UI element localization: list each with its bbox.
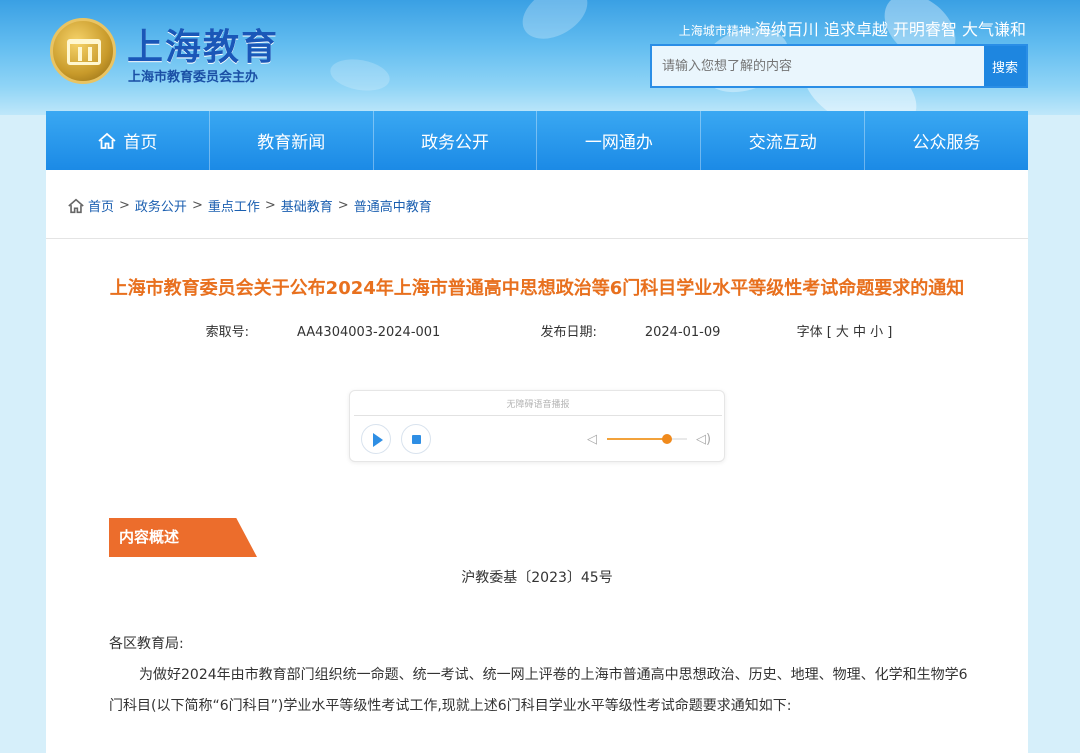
date-value: 2024-01-09 [644,325,721,340]
nav-item-label: 首页 [123,133,158,153]
play-button[interactable] [361,424,391,454]
stop-button[interactable] [401,424,431,454]
home-icon [68,198,84,213]
breadcrumb-separator: > [119,198,130,213]
nav-item-news[interactable]: 教育新闻 [210,111,374,170]
summary-tag: 内容概述 [109,518,257,557]
nav-item-label: 交流互动 [748,133,817,153]
city-spirit-label: 上海城市精神: [678,24,755,38]
site-subtitle: 上海市教育委员会主办 [128,70,259,85]
nav-item-label: 一网通办 [584,133,653,153]
site-title[interactable]: 上海教育 [127,18,279,70]
nav-item-services-online[interactable]: 一网通办 [537,111,702,170]
volume-slider[interactable] [607,434,687,444]
nav-item-public-service[interactable]: 公众服务 [865,111,1028,170]
volume-high-icon: ◁) [696,432,712,447]
page-title: 上海市教育委员会关于公布2024年上海市普通高中思想政治等6门科目学业水平等级性… [109,278,965,299]
salutation: 各区教育局: [109,636,184,652]
search-bar: 搜索 [650,44,1028,88]
volume-fill [607,438,667,440]
breadcrumb-separator: > [191,198,203,213]
nav-item-home[interactable]: 首页 [46,111,210,170]
breadcrumb: 首页 > 政务公开 > 重点工作 > 基础教育 > 普通高中教育 [66,196,432,215]
audio-player: 无障碍语音播报 ◁ ◁) [349,390,725,462]
nav-item-interaction[interactable]: 交流互动 [701,111,866,170]
breadcrumb-separator: > [337,198,349,213]
breadcrumb-link-government[interactable]: 政务公开 [135,196,187,215]
divider [46,238,1028,239]
date-label: 发布日期: [540,325,597,340]
main-nav: 首页 教育新闻 政务公开 一网通办 交流互动 公众服务 [46,111,1028,170]
breadcrumb-separator: > [264,198,276,213]
breadcrumb-link-high-school[interactable]: 普通高中教育 [354,196,432,215]
site-logo-icon[interactable] [50,18,116,84]
city-spirit: 上海城市精神:海纳百川 追求卓越 开明睿智 大气谦和 [679,16,1026,40]
player-label: 无障碍语音播报 [506,400,570,410]
home-icon [98,132,116,149]
header-banner: 上海教育 上海市教育委员会主办 上海城市精神:海纳百川 追求卓越 开明睿智 大气… [0,0,1080,115]
index-number: 索取号: AA4304003-2024-001 [182,325,465,340]
search-input[interactable] [652,46,984,86]
publish-date: 发布日期: 2024-01-09 [516,325,744,340]
breadcrumb-link-key-work[interactable]: 重点工作 [208,196,260,215]
breadcrumb-link-home[interactable]: 首页 [88,196,114,215]
article-body: 各区教育局: 为做好2024年由市教育部门组织统一命题、统一考试、统一网上评卷的… [109,629,969,722]
content-panel: 首页 > 政务公开 > 重点工作 > 基础教育 > 普通高中教育 上海市教育委员会关于公… [46,170,1028,753]
body-paragraph: 为做好2024年由市教育部门组织统一命题、统一考试、统一网上评卷的上海市普通高中… [109,667,968,714]
city-spirit-text: 海纳百川 追求卓越 开明睿智 大气谦和 [754,20,1026,39]
nav-item-government[interactable]: 政务公开 [374,111,538,170]
font-size-selector[interactable]: 字体 [ 大 中 小 ] [797,325,893,340]
article-meta: 索取号: AA4304003-2024-001 发布日期: 2024-01-09 字… [46,321,1028,340]
decor-petal [327,55,393,95]
nav-item-label: 公众服务 [912,133,981,153]
decor-petal [513,0,597,50]
index-value: AA4304003-2024-001 [297,325,441,340]
nav-item-label: 政务公开 [421,133,490,153]
nav-item-label: 教育新闻 [257,133,326,153]
breadcrumb-link-basic-education[interactable]: 基础教育 [281,196,333,215]
index-label: 索取号: [205,325,249,340]
volume-low-icon: ◁ [587,432,597,447]
volume-handle[interactable] [662,434,672,444]
player-progress-track[interactable] [354,415,722,416]
document-number: 沪教委基〔2023〕45号 [461,570,613,586]
search-button[interactable]: 搜索 [984,46,1026,86]
